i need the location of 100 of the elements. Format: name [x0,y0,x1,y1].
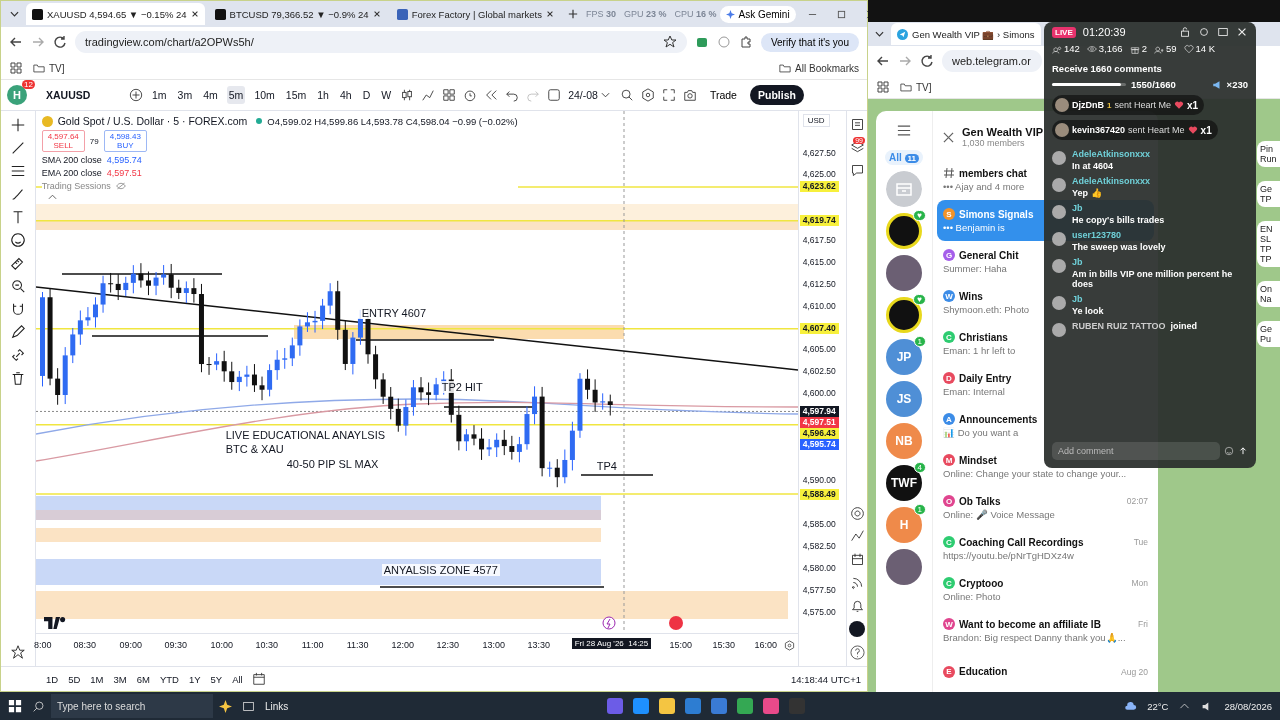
live-stat-value: 59 [1165,43,1177,54]
time-label: 09:00 [119,640,142,650]
price-label: 4,582.50 [802,540,836,551]
price-tag: 4,597.94 [799,405,839,417]
topic-letter-icon: W [943,290,955,302]
time-label: 09:30 [164,640,187,650]
rank-label: 1 [1107,100,1112,110]
chat-name: Education [959,666,1008,677]
chat-time: Tue [1133,537,1148,547]
chat-time: Aug 20 [1121,666,1148,677]
comment-username: user123780 [1072,230,1123,240]
chat-time: Fri [1138,619,1148,629]
topic-letter-icon: M [943,454,955,466]
comment-text: In at 4604 [1072,161,1115,171]
price-label: 4,625.00 [802,169,836,180]
chart-annotation: ENTRY 4607 [359,307,429,319]
gift-username: kevin367420 [1072,125,1126,135]
performance-readout: FPS 30 [585,9,616,19]
gift-count: x1 [1200,124,1212,136]
gift-text: sent Heart Me [1114,100,1171,110]
comment-text: Yep 👍 [1072,188,1103,198]
topic-letter-icon: A [943,413,955,425]
chat-time: Mon [1131,578,1148,588]
unread-badge: 1 [913,336,926,347]
chat-name: Mindset [959,454,997,466]
group-title: Gen Wealth VIP [962,126,1044,138]
chat-name: members chat [959,167,1027,179]
chat-preview: Summer: Haha [943,263,1007,274]
time-label: 16:00 [754,640,777,650]
price-label: 4,627.50 [802,147,836,158]
chat-name: Christians [959,331,1008,343]
price-tag: 4,596.43 [799,427,839,439]
chart-annotation: TP4 [594,460,619,472]
chart-clock: 14:18:44 UTC+1 [791,673,861,685]
comment-text: Ye look [1072,306,1104,316]
progress-count: 1550/1660 [1131,79,1176,90]
chat-name: Coaching Call Recordings [959,536,1084,548]
message-bubble: Pin Run [1257,141,1280,167]
time-label: 11:30 [346,640,369,650]
topic-letter-icon: D [943,372,955,384]
chat-preview: https://youtu.be/pNrTgHDXz4w [943,550,1074,561]
live-stat-value: 14 K [1195,43,1216,54]
performance-readout: GPU 23 % [623,9,667,19]
chat-name: Daily Entry [959,372,1012,384]
comment-text: The sweep was lovely [1072,242,1166,252]
comment-username: RUBEN RUIZ TATTOO [1072,321,1166,331]
comment-username: AdeleAtkinsonxxx [1072,176,1151,186]
price-label: 4,615.00 [802,256,836,267]
chat-name: Ob Talks [959,495,1001,507]
topic-letter-icon: E [943,665,955,678]
message-bubble: On Na [1257,281,1280,307]
comment-username: Jb [1072,294,1084,304]
chat-preview: Online: Change your state to change your... [943,468,1127,479]
chat-name: Announcements [959,413,1038,425]
comment-username: Jb [1072,257,1084,267]
chat-preview: 📊 Do you want a [943,427,1019,438]
live-stat-value: 3,166 [1098,43,1123,54]
chart-annotation: ANYALSIS ZONE 4577 [381,564,500,576]
price-label: 4,590.00 [802,475,836,486]
unread-badge: ♥ [913,294,926,305]
chat-preview: Eman: Internal [943,386,1005,397]
topic-letter-icon: S [943,208,955,220]
message-bubble: Ge Pu [1257,321,1280,347]
price-label: 4,602.50 [802,366,836,377]
indicator-value: 4,595.74 [106,155,142,165]
time-label: 10:30 [255,640,278,650]
time-label: 15:00 [669,640,692,650]
price-label: 4,612.50 [802,278,836,289]
live-timer: 01:20:39 [1082,26,1126,38]
gift-count: x1 [1187,99,1199,111]
spread-value: 79 [89,136,99,146]
price-tag: 4,623.62 [799,181,839,193]
chat-preview: Brandon: Big respect Danny thank you🙏... [943,632,1126,643]
ohlc-values: O4,599.02 H4,599.86 L4,593.78 C4,598.04 −0.99 (−0.02%) [267,115,518,127]
topic-letter-icon: C [943,536,955,548]
unread-badge: 1 [913,504,926,515]
price-tag: 4,595.74 [799,438,839,450]
chart-annotation: LIVE EDUCATIONAL ANAYLSIS [223,429,388,441]
price-label: 4,585.00 [802,519,836,530]
price-label: 4,575.00 [802,606,836,617]
performance-readout: CPU 16 % [674,9,717,19]
time-label: 15:30 [712,640,735,650]
price-tag: 4,619.74 [799,215,839,227]
chat-preview: Eman: 1 hr left to [943,345,1016,356]
price-label: 4,577.50 [802,584,836,595]
chat-name: Cryptooo [959,577,1004,589]
message-bubble: Ge TP [1257,181,1280,207]
chat-preview: Shymoon.eth: Photo [943,304,1030,315]
chat-preview: Online: 🎤 Voice Message [943,509,1055,520]
price-label: 4,617.50 [802,234,836,245]
chat-preview: Online: Photo [943,591,1001,602]
live-badge: LIVE [1052,26,1076,38]
price-tag: 4,588.49 [799,488,839,500]
chart-annotation: BTC & XAU [223,443,286,455]
time-label: 08:30 [73,640,96,650]
chart-annotation: 40-50 PIP SL MAX [284,458,381,470]
chat-name: Want to become an affiliate IB [959,618,1101,630]
topic-letter-icon: G [943,249,955,261]
time-label: 11:00 [301,640,324,650]
chat-name: Wins [959,290,983,302]
